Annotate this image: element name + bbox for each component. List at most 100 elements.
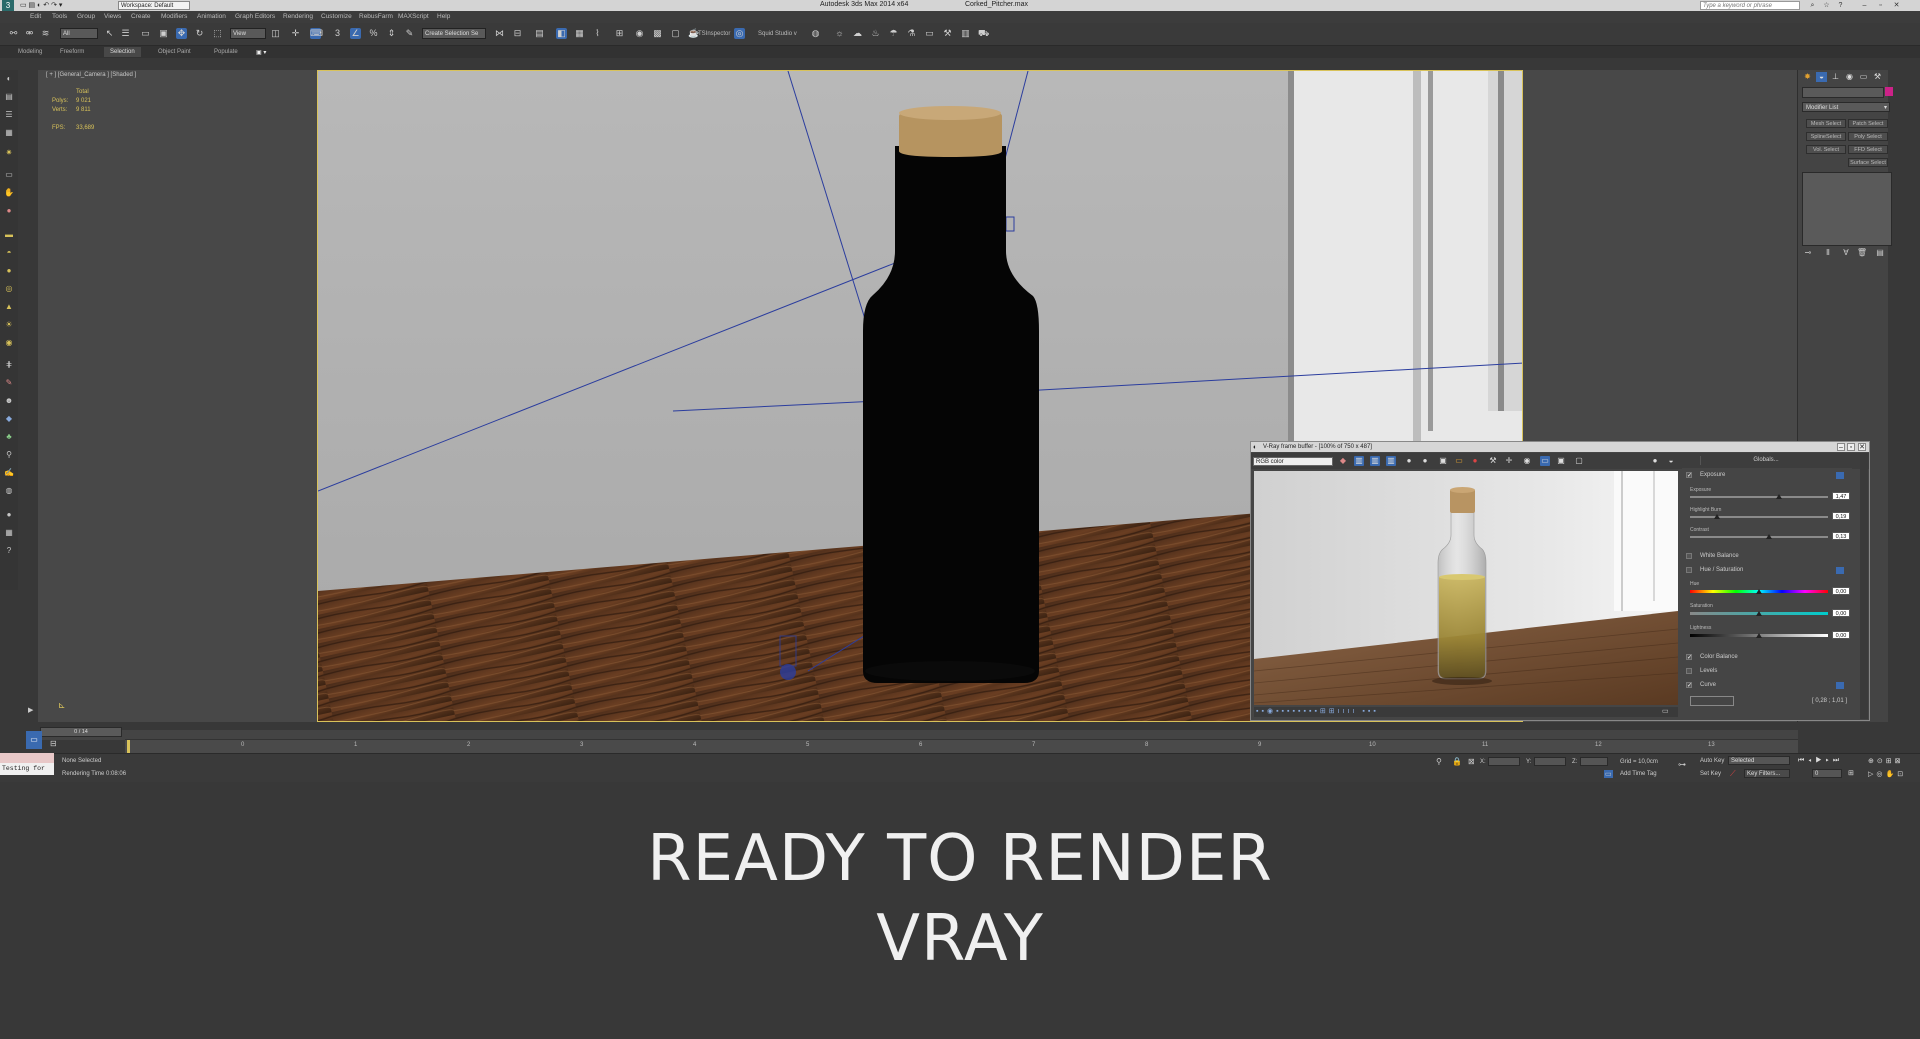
link-icon[interactable]: ⚯ <box>8 28 19 39</box>
viewport-nav-controls-2[interactable]: ▷◎✋⊡ <box>1868 770 1906 778</box>
search-input[interactable]: Type a keyword or phrase <box>1700 1 1800 10</box>
z-coordinate-field[interactable] <box>1580 757 1608 766</box>
rect-selection-icon[interactable]: ▭ <box>140 28 151 39</box>
vol-select-button[interactable]: Vol. Select <box>1806 145 1846 154</box>
y-coordinate-field[interactable] <box>1534 757 1566 766</box>
surface-select-button[interactable]: Surface Select <box>1848 158 1888 167</box>
menu-views[interactable]: Views <box>104 13 121 20</box>
auto-key-button[interactable]: Auto Key <box>1700 758 1724 764</box>
schematic-view-icon[interactable]: ⊞ <box>614 28 625 39</box>
x-coordinate-field[interactable] <box>1488 757 1520 766</box>
globe-icon[interactable]: ◍ <box>4 486 14 496</box>
folder-icon[interactable]: ▭ <box>924 28 935 39</box>
pin-stack-icon[interactable]: ⊸ <box>1802 248 1814 258</box>
exposure-checkbox[interactable]: ✓ <box>1686 472 1692 479</box>
info-icon[interactable]: ● <box>4 510 14 520</box>
selection-filter-dropdown[interactable]: All <box>60 28 98 39</box>
levels-checkbox[interactable] <box>1686 668 1692 674</box>
question-icon[interactable]: ? <box>4 546 14 556</box>
paint-icon[interactable]: ✍ <box>4 468 14 478</box>
exposure-options-icon[interactable] <box>1836 472 1844 479</box>
contrast-thumb[interactable] <box>1766 534 1772 539</box>
mesh-select-button[interactable]: Mesh Select <box>1806 119 1846 128</box>
tab-modeling[interactable]: Modeling <box>18 49 42 55</box>
tab-object-paint[interactable]: Object Paint <box>158 49 191 55</box>
squid-studio-label[interactable]: Squid Studio v <box>758 31 797 37</box>
modifier-stack[interactable] <box>1802 172 1892 246</box>
viewport-label[interactable]: [ + ] [General_Camera ] [Shaded ] <box>46 72 136 78</box>
vfb-stop-icon[interactable]: ▢ <box>1574 456 1584 466</box>
vfb-green-channel-icon[interactable]: ▥ <box>1370 456 1380 466</box>
quick-access-icons[interactable]: ▭ ▤ ◐ ↶ ↷ ▾ <box>20 1 62 9</box>
hierarchy-tab-icon[interactable]: ⊥ <box>1830 72 1841 82</box>
add-time-tag[interactable]: Add Time Tag <box>1620 771 1657 777</box>
menu-edit[interactable]: Edit <box>30 13 41 20</box>
vfb-title-bar[interactable]: ◐ V-Ray frame buffer - [100% of 750 x 48… <box>1251 442 1869 452</box>
vfb-load-icon[interactable]: ▭ <box>1454 456 1464 466</box>
utilities-tab-icon[interactable]: ⚒ <box>1872 72 1883 82</box>
menu-animation[interactable]: Animation <box>197 13 226 20</box>
scene-explorer-icon[interactable]: ◧ <box>556 28 567 39</box>
tab-freeform[interactable]: Freeform <box>60 49 84 55</box>
configure-sets-icon[interactable]: ▤ <box>1874 248 1886 258</box>
menu-create[interactable]: Create <box>131 13 151 20</box>
mini-curve-icon[interactable]: ⊟ <box>50 739 57 748</box>
trash-icon[interactable]: ▥ <box>960 28 971 39</box>
contrast-value[interactable]: 0,13 <box>1832 532 1850 540</box>
hand-icon[interactable]: ✋ <box>4 188 14 198</box>
vfb-track-mouse-icon[interactable]: ⚒ <box>1488 456 1498 466</box>
vray-tool-3-icon[interactable]: ♨ <box>870 28 881 39</box>
spline-select-button[interactable]: SplineSelect <box>1806 132 1846 141</box>
track-toggle-icon[interactable]: ▭ <box>26 731 42 749</box>
vfb-minimize-icon[interactable]: – <box>1837 443 1845 451</box>
star-icon[interactable]: ☆ <box>1822 1 1831 10</box>
spinner-snap-icon[interactable]: ⇕ <box>386 28 397 39</box>
contrast-slider[interactable] <box>1690 536 1828 538</box>
lightness-value[interactable]: 0,00 <box>1832 631 1850 639</box>
manipulate-icon[interactable]: ✛ <box>290 28 301 39</box>
mirror-icon[interactable]: ⋈ <box>494 28 505 39</box>
maximize-icon[interactable]: ▫ <box>1876 1 1885 10</box>
scale-icon[interactable]: ⬚ <box>212 28 223 39</box>
curve-checkbox[interactable]: ✓ <box>1686 682 1692 689</box>
dome-icon[interactable]: ◓ <box>4 248 14 258</box>
camera-icon[interactable]: ▭ <box>4 170 14 180</box>
vfb-blue-channel-icon[interactable]: ▥ <box>1386 456 1396 466</box>
hue-thumb[interactable] <box>1756 589 1762 594</box>
box-icon[interactable]: ▬ <box>4 230 14 240</box>
playback-controls[interactable]: ⏮◂▶▸⏭ <box>1798 757 1843 765</box>
make-unique-icon[interactable]: ∀ <box>1840 248 1852 258</box>
menu-help[interactable]: Help <box>437 13 450 20</box>
curve-options-icon[interactable] <box>1836 682 1844 689</box>
close-icon[interactable]: ✕ <box>1892 1 1901 10</box>
tsinspector-label[interactable]: TSInspector <box>698 31 730 37</box>
highlight-burn-thumb[interactable] <box>1714 514 1720 519</box>
exposure-value[interactable]: 1,47 <box>1832 492 1850 500</box>
vfb-lens-icon[interactable]: ◉ <box>1522 456 1532 466</box>
sphere-red-icon[interactable]: ● <box>4 206 14 216</box>
rotate-icon[interactable]: ↻ <box>194 28 205 39</box>
snap-3d-icon[interactable]: 3 <box>332 28 343 39</box>
absolute-mode-icon[interactable]: ⊠ <box>1468 757 1475 766</box>
current-frame-field[interactable]: 0 <box>1812 769 1842 778</box>
unlink-icon[interactable]: ⚮ <box>24 28 35 39</box>
maxscript-listener[interactable]: Testing for <box>0 763 54 775</box>
object-color-swatch[interactable] <box>1885 87 1893 96</box>
tab-selection[interactable]: Selection <box>104 47 141 57</box>
color-balance-checkbox[interactable]: ✓ <box>1686 654 1692 661</box>
brush-icon[interactable]: ✎ <box>4 378 14 388</box>
set-key-icon[interactable]: ⟋ <box>1730 769 1736 779</box>
vfb-close-icon[interactable]: ✕ <box>1858 443 1866 451</box>
named-selection-dropdown[interactable]: Create Selection Se <box>422 28 486 39</box>
vfb-globe-icon[interactable]: ● <box>1650 456 1660 466</box>
angle-snap-icon[interactable]: ∠ <box>350 28 361 39</box>
calculator-icon[interactable]: ▦ <box>4 528 14 538</box>
highlight-burn-slider[interactable] <box>1690 516 1828 518</box>
keyboard-shortcut-icon[interactable]: ⌨ <box>310 28 323 39</box>
patch-select-button[interactable]: Patch Select <box>1848 119 1888 128</box>
time-tag-icon[interactable]: ▭ <box>1604 770 1613 778</box>
app-logo-icon[interactable]: 3 <box>2 0 14 11</box>
time-config-icon[interactable]: ⊞ <box>1848 769 1854 777</box>
menu-group[interactable]: Group <box>77 13 95 20</box>
vfb-history-icons[interactable]: ▪▪◉▪▪▪▪▪▪▪▪⊞⊞ıııı ▪▪▪ <box>1256 707 1379 715</box>
